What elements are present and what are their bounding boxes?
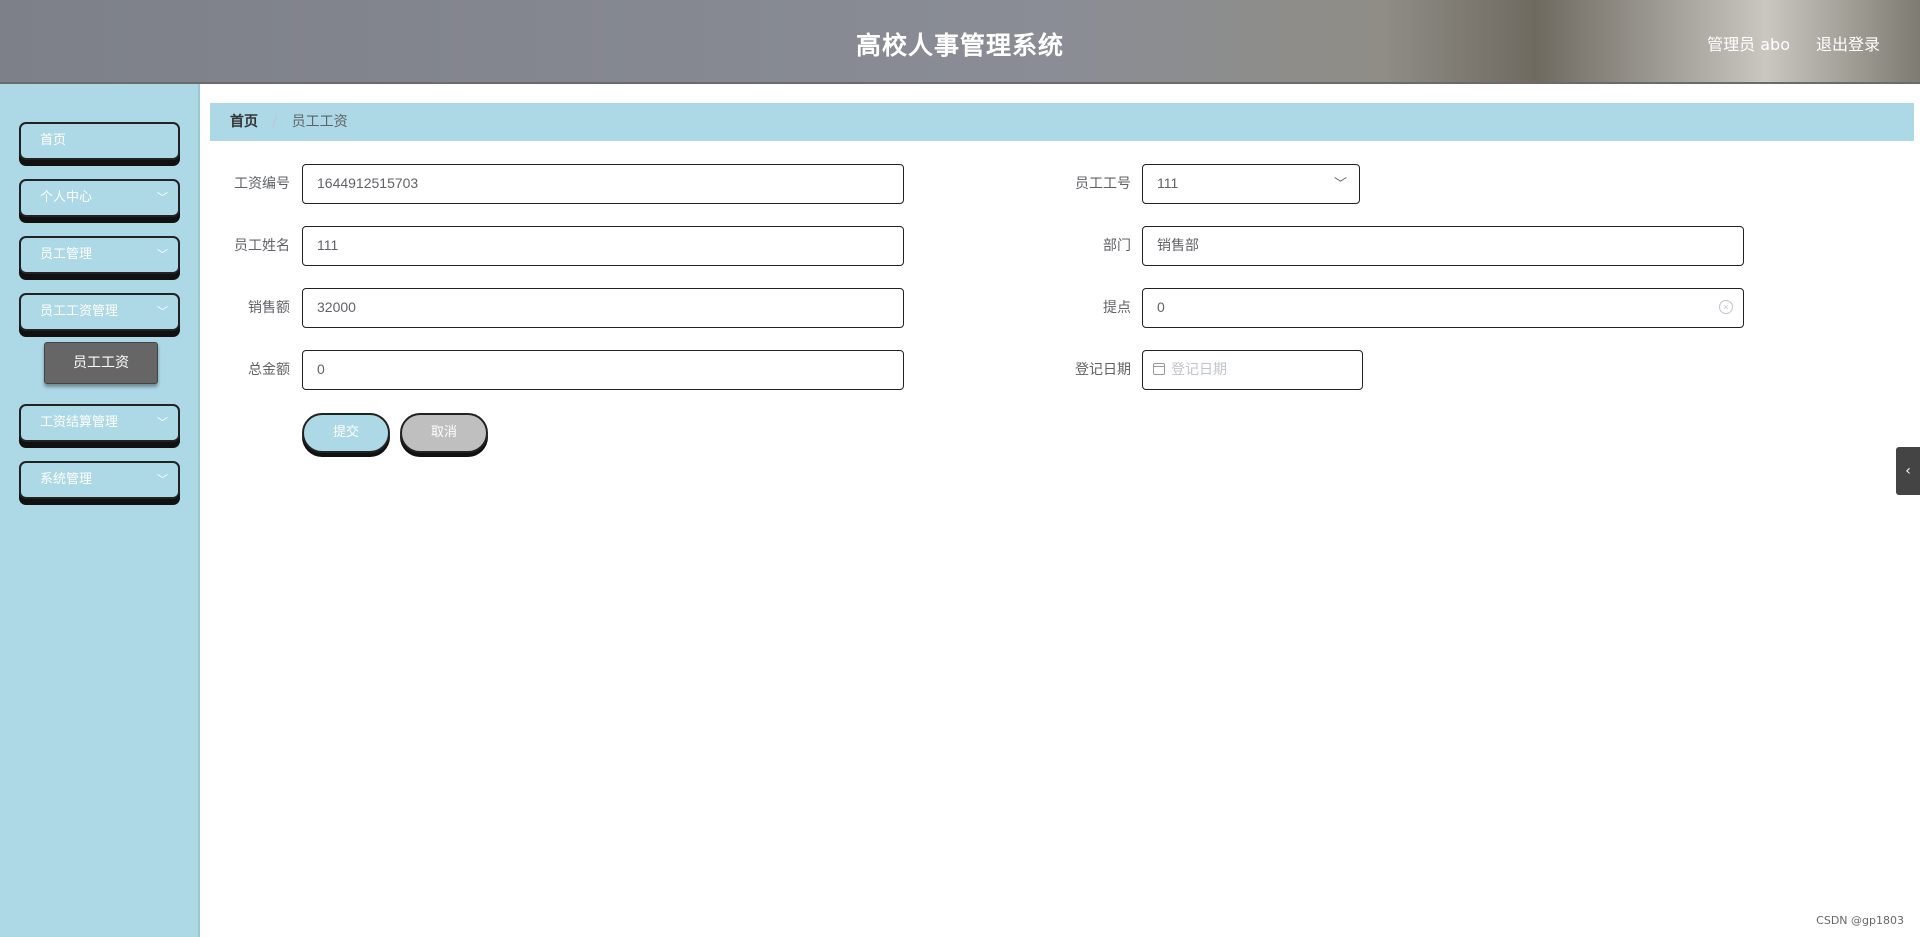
- sidebar-item-label: 系统管理: [40, 472, 93, 487]
- sidebar-item-label: 员工管理: [40, 247, 93, 262]
- salary-no-label: 工资编号: [234, 176, 290, 192]
- breadcrumb: 首页 / 员工工资: [210, 103, 1914, 141]
- sidebar-item-label: 员工工资管理: [40, 304, 119, 319]
- sidebar: 首页 个人中心 ﹀ 员工管理 ﹀ 员工工资管理 ﹀ 员工工资 工资结算管理 ﹀ …: [0, 84, 200, 937]
- employee-name-label: 员工姓名: [234, 238, 290, 254]
- commission-label: 提点: [1103, 300, 1131, 316]
- department-label: 部门: [1103, 238, 1131, 254]
- sidebar-item-label: 个人中心: [40, 190, 93, 205]
- employee-name-input[interactable]: 111: [302, 226, 904, 266]
- sidebar-item-home[interactable]: 首页: [19, 122, 180, 160]
- sidebar-item-system-management[interactable]: 系统管理 ﹀: [19, 461, 180, 499]
- commission-value: 0: [1157, 299, 1165, 315]
- cancel-button[interactable]: 取消: [400, 413, 488, 453]
- total-label: 总金额: [248, 362, 290, 378]
- sales-input[interactable]: 32000: [302, 288, 904, 328]
- sidebar-item-salary-management[interactable]: 员工工资管理 ﹀: [19, 293, 180, 331]
- sales-label: 销售额: [248, 300, 290, 316]
- logout-link[interactable]: 退出登录: [1816, 31, 1880, 55]
- employee-no-value: 111: [1157, 175, 1179, 191]
- commission-input[interactable]: 0 ×: [1142, 288, 1744, 328]
- register-date-label: 登记日期: [1075, 362, 1131, 378]
- total-input[interactable]: 0: [302, 350, 904, 390]
- breadcrumb-current: 员工工资: [291, 114, 348, 130]
- chevron-down-icon: ﹀: [157, 305, 168, 318]
- salary-no-input[interactable]: 1644912515703: [302, 164, 904, 204]
- clear-icon[interactable]: ×: [1719, 300, 1733, 314]
- register-date-picker[interactable]: 登记日期: [1142, 350, 1363, 390]
- chevron-left-icon[interactable]: ‹: [1896, 447, 1920, 495]
- sidebar-item-label: 工资结算管理: [40, 415, 119, 430]
- chevron-down-icon: ﹀: [157, 473, 168, 486]
- employee-no-label: 员工工号: [1075, 176, 1131, 192]
- current-user: 管理员 abo: [1707, 35, 1790, 54]
- submit-button[interactable]: 提交: [302, 413, 390, 453]
- sidebar-item-employee-management[interactable]: 员工管理 ﹀: [19, 236, 180, 274]
- system-title: 高校人事管理系统: [855, 31, 1064, 60]
- chevron-down-icon: ﹀: [157, 416, 168, 429]
- watermark: CSDN @gp1803: [1816, 914, 1904, 927]
- register-date-placeholder: 登记日期: [1171, 361, 1227, 377]
- sidebar-item-label: 首页: [40, 133, 67, 148]
- employee-no-select[interactable]: 111 ﹀: [1142, 164, 1360, 204]
- department-input[interactable]: 销售部: [1142, 226, 1744, 266]
- chevron-down-icon: ﹀: [1333, 176, 1347, 191]
- sidebar-item-salary-settlement[interactable]: 工资结算管理 ﹀: [19, 404, 180, 442]
- breadcrumb-separator: /: [272, 114, 278, 130]
- sidebar-item-personal-center[interactable]: 个人中心 ﹀: [19, 179, 180, 217]
- top-header: 高校人事管理系统 管理员 abo 退出登录: [0, 0, 1920, 84]
- chevron-down-icon: ﹀: [157, 248, 168, 261]
- breadcrumb-home[interactable]: 首页: [230, 114, 258, 130]
- sidebar-subitem-employee-salary[interactable]: 员工工资: [44, 342, 158, 384]
- calendar-icon: [1153, 363, 1165, 375]
- chevron-down-icon: ﹀: [157, 191, 168, 204]
